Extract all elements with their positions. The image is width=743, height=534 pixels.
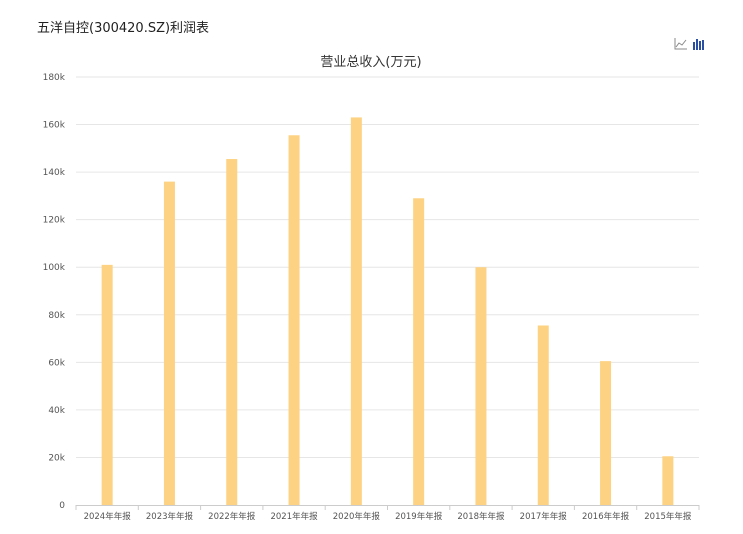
- y-tick-label: 160k: [43, 121, 66, 131]
- y-tick-label: 120k: [43, 216, 66, 226]
- bars: [101, 117, 674, 506]
- bar[interactable]: [475, 267, 487, 505]
- y-tick-label: 140k: [43, 168, 66, 178]
- bar[interactable]: [226, 159, 238, 506]
- x-tick-label: 2016年年报: [582, 511, 630, 522]
- y-tick-label: 180k: [43, 73, 66, 83]
- x-tick-label: 2017年年报: [520, 511, 568, 522]
- chart-title: 营业总收入(万元): [320, 55, 421, 70]
- x-tick-label: 2022年年报: [208, 511, 256, 522]
- bar[interactable]: [537, 325, 549, 505]
- x-tick-label: 2023年年报: [146, 511, 194, 522]
- revenue-bar-chart: 营业总收入(万元) 0 20k 40k 60k 80k 100k 120k 140k 160k 1…: [43, 55, 700, 522]
- x-tick-label: 2018年年报: [457, 511, 505, 522]
- x-tick-label: 2021年年报: [270, 511, 318, 522]
- bar[interactable]: [101, 264, 113, 505]
- x-tick-label: 2020年年报: [333, 511, 381, 522]
- x-tick-label: 2015年年报: [644, 511, 692, 522]
- bar[interactable]: [288, 135, 300, 505]
- y-tick-label: 100k: [43, 263, 66, 273]
- y-tick-label: 40k: [48, 406, 65, 416]
- x-tick-label: 2024年年报: [84, 511, 132, 522]
- y-tick-label: 0: [59, 501, 65, 511]
- y-tick-label: 20k: [48, 453, 65, 463]
- bar[interactable]: [350, 117, 362, 505]
- bar[interactable]: [662, 456, 674, 505]
- y-tick-label: 60k: [48, 358, 65, 368]
- bar[interactable]: [413, 198, 425, 505]
- bar[interactable]: [163, 181, 175, 505]
- x-tick-label: 2019年年报: [395, 511, 443, 522]
- bar[interactable]: [600, 361, 612, 505]
- y-tick-label: 80k: [48, 311, 65, 321]
